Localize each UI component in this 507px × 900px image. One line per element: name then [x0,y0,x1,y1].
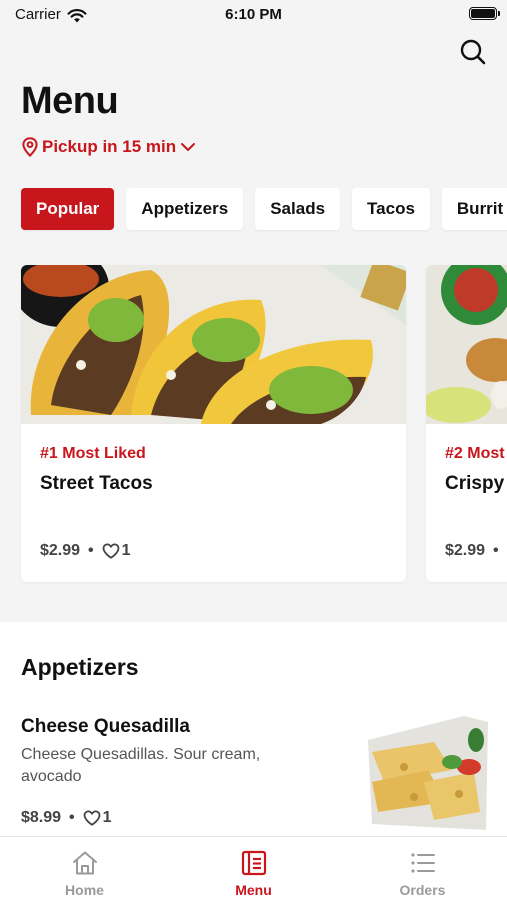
orders-icon [410,853,435,873]
search-icon[interactable] [459,38,487,66]
battery-icon [469,7,500,20]
tab-menu[interactable]: Menu [169,837,338,900]
category-chip-appetizers[interactable]: Appetizers [126,188,244,230]
category-chip-burritos[interactable]: Burrit [441,188,507,230]
tab-label: Home [65,882,104,898]
tab-label: Orders [399,882,446,898]
tab-home[interactable]: Home [0,837,169,900]
featured-name: Street Tacos [40,473,153,494]
item-price: $8.99 [21,809,62,826]
tab-orders[interactable]: Orders [338,837,507,900]
section-title: Appetizers [21,654,139,680]
likes-count: 1 [121,542,131,559]
pickup-label: Pickup in 15 min [42,137,177,156]
pickup-time-selector[interactable]: Pickup in 15 min [22,137,196,157]
separator-dot: • [493,542,499,559]
category-chip-tacos[interactable]: Tacos [352,188,430,230]
featured-likes[interactable]: 1 [102,542,131,560]
featured-price: $2.99 [40,542,81,559]
crispy-taco-photo [426,265,507,424]
menu-screen: Carrier 6:10 PM Menu Pickup in 15 min Po… [0,0,507,900]
separator-dot: • [88,542,94,559]
category-chip-salads[interactable]: Salads [255,188,341,230]
featured-meta: $2.99 • 1 [40,542,131,560]
street-tacos-photo [21,265,406,424]
status-bar: Carrier 6:10 PM [0,0,507,30]
item-meta: $8.99 • 1 [21,809,112,827]
location-pin-icon [22,137,38,157]
separator-dot: • [69,809,75,826]
category-tabs: Popular Appetizers Salads Tacos Burrit [21,188,507,230]
featured-card-street-tacos[interactable]: #1 Most Liked Street Tacos $2.99 • 1 [21,265,406,582]
likes-count: 1 [102,809,112,826]
featured-meta: $2.99 • 1 [445,542,507,560]
item-description: Cheese Quesadillas. Sour cream, avocado [21,746,261,785]
chevron-down-icon [181,143,196,151]
item-likes[interactable]: 1 [83,809,112,827]
heart-icon [83,810,101,826]
featured-card-crispy[interactable]: #2 Most Liked Crispy $2.99 • 1 [426,265,507,582]
featured-name: Crispy [445,473,505,494]
featured-rank: #1 Most Liked [40,445,146,462]
tab-bar: Home Menu Orders [0,836,507,900]
item-name: Cheese Quesadilla [21,716,190,737]
page-title: Menu [21,80,119,122]
cheese-quesadilla-photo [368,716,488,830]
featured-price: $2.99 [445,542,486,559]
heart-icon [102,543,120,559]
status-time: 6:10 PM [225,6,282,23]
home-icon [72,851,97,875]
menu-icon [241,850,266,876]
featured-rank: #2 Most Liked [445,445,507,462]
tab-label: Menu [235,882,272,898]
category-chip-popular[interactable]: Popular [21,188,115,230]
